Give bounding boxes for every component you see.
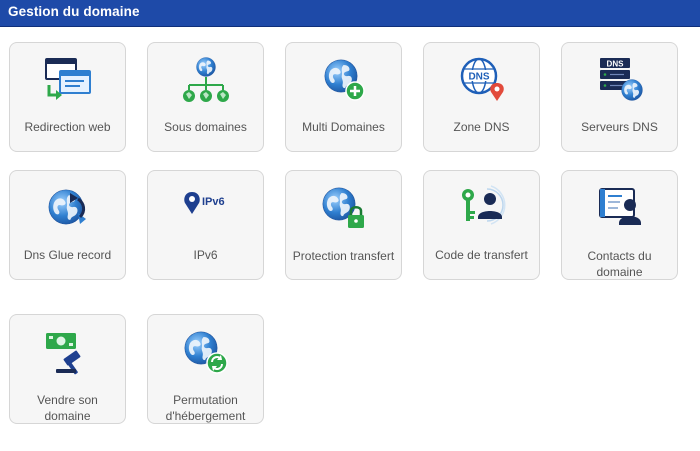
ipv6-icon: IPv6: [178, 183, 234, 235]
hosting-swap-icon: [178, 327, 234, 379]
tile-protection-transfert[interactable]: Protection transfert: [285, 170, 402, 280]
tile-label: Redirection web: [24, 120, 111, 134]
web-redirect-icon: [40, 55, 96, 107]
tile-permutation-hebergement[interactable]: Permutation d'hébergement: [147, 314, 264, 424]
tile-vendre-son-domaine[interactable]: Vendre son domaine: [9, 314, 126, 424]
tile-ipv6[interactable]: IPv6 IPv6: [147, 170, 264, 280]
tile-label: Vendre son domaine: [37, 393, 98, 423]
sell-domain-icon: [40, 327, 96, 379]
tile-label: Code de transfert: [435, 248, 528, 262]
tile-label: Dns Glue record: [23, 248, 112, 262]
multi-domains-icon: [316, 55, 372, 107]
svg-text:DNS: DNS: [607, 60, 625, 69]
tile-label: Multi Domaines: [302, 120, 385, 134]
tile-label: Zone DNS: [453, 120, 510, 134]
tile-multi-domaines[interactable]: Multi Domaines: [285, 42, 402, 152]
tile-label: Sous domaines: [164, 120, 247, 134]
tile-label: IPv6: [193, 248, 218, 262]
transfer-protection-icon: [316, 183, 372, 235]
tile-redirection-web[interactable]: Redirection web: [9, 42, 126, 152]
transfer-code-icon: [454, 183, 510, 235]
dns-servers-icon: DNS: [592, 55, 648, 107]
tile-label: Permutation d'hébergement: [165, 393, 246, 423]
tile-code-de-transfert[interactable]: Code de transfert: [423, 170, 540, 280]
tile-sous-domaines[interactable]: Sous domaines: [147, 42, 264, 152]
tile-label: Contacts du domaine: [587, 249, 652, 279]
dns-zone-icon: DNS: [454, 55, 510, 107]
tile-label: Protection transfert: [292, 249, 395, 263]
page-header: Gestion du domaine: [0, 0, 700, 27]
tile-contacts-du-domaine[interactable]: Contacts du domaine: [561, 170, 678, 280]
page-title: Gestion du domaine: [8, 4, 140, 19]
tile-zone-dns[interactable]: DNS Zone DNS: [423, 42, 540, 152]
domain-contacts-icon: [592, 183, 648, 235]
tile-serveurs-dns[interactable]: DNS Serveurs DNS: [561, 42, 678, 152]
dns-glue-icon: [40, 183, 96, 235]
tile-dns-glue-record[interactable]: Dns Glue record: [9, 170, 126, 280]
subdomains-icon: [178, 55, 234, 107]
svg-text:DNS: DNS: [468, 72, 489, 83]
svg-text:IPv6: IPv6: [202, 196, 225, 208]
tile-label: Serveurs DNS: [581, 120, 658, 134]
